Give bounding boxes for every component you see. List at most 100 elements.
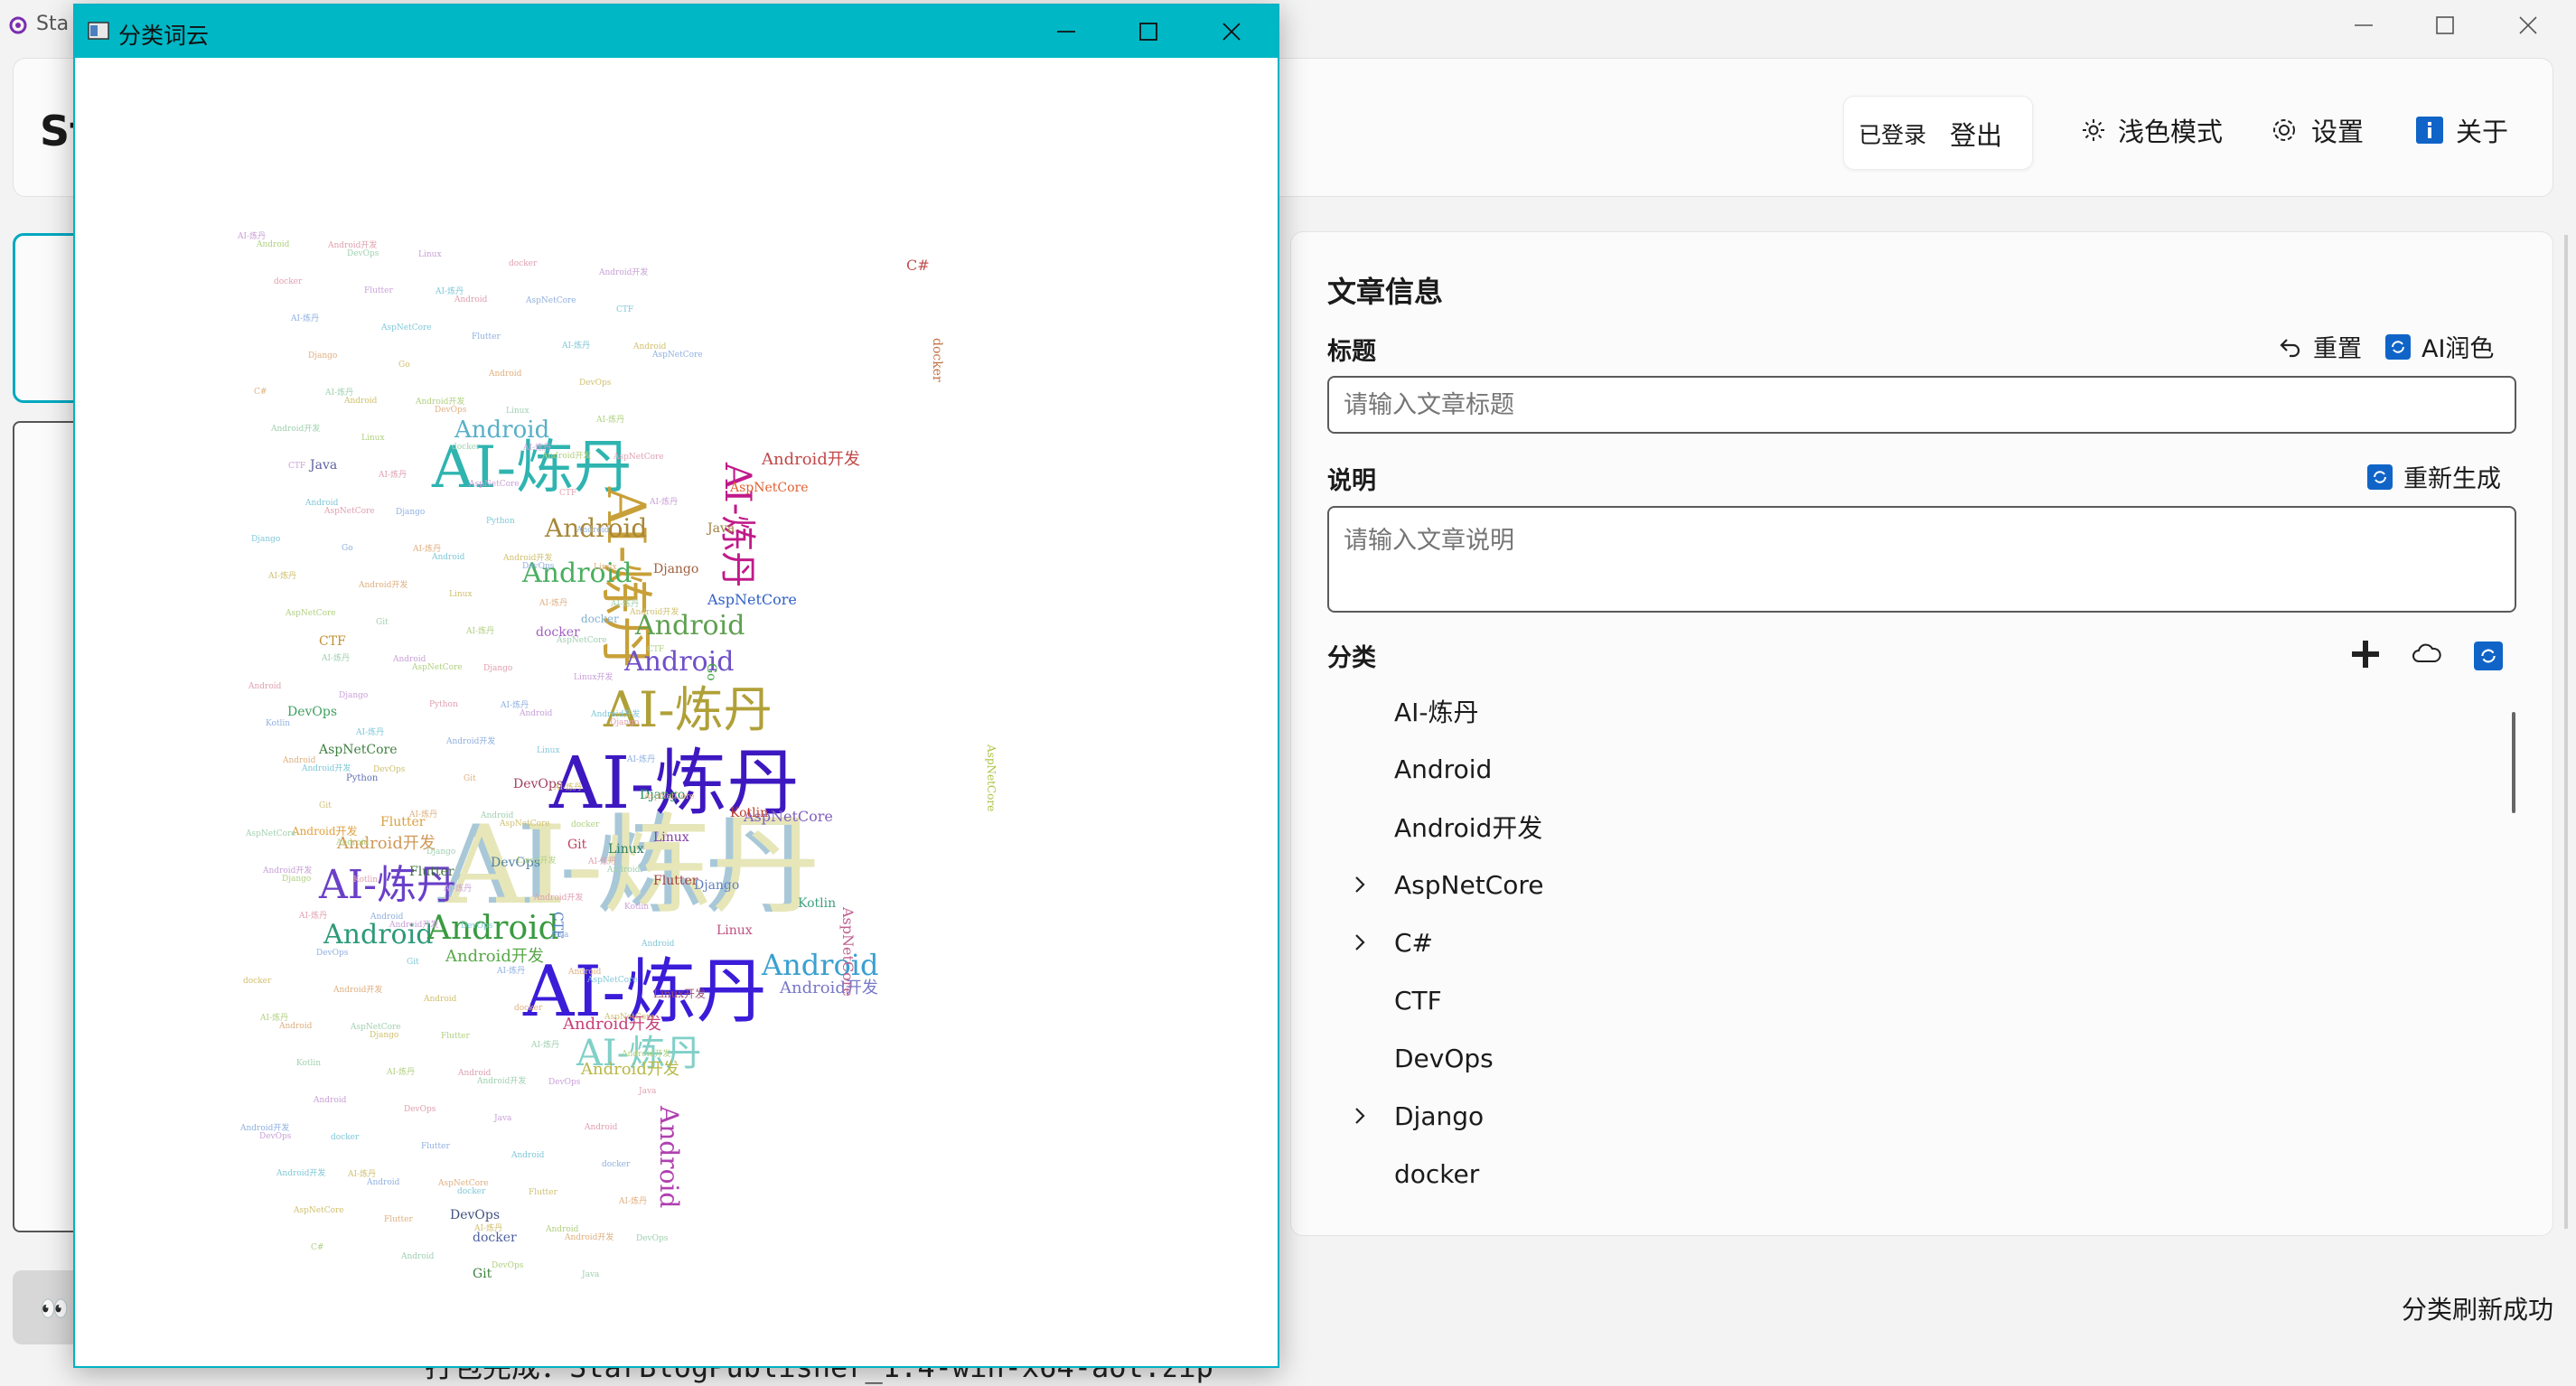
- category-label: Android开发: [1394, 813, 1543, 843]
- wordcloud-filler-word: Android: [431, 553, 465, 562]
- add-category-button[interactable]: [2349, 638, 2382, 670]
- wordcloud-filler-word: Android开发: [270, 423, 320, 434]
- category-label: Django: [1394, 1100, 1485, 1131]
- wordcloud-filler-word: docker: [331, 1133, 360, 1142]
- wordcloud-filler-word: Android: [248, 682, 282, 691]
- wordcloud-word: Linux: [608, 842, 644, 857]
- sync-icon: [2367, 464, 2393, 490]
- category-item[interactable]: docker: [1337, 1151, 2512, 1196]
- popup-close-button[interactable]: [1195, 14, 1268, 50]
- wordcloud-word: Flutter: [409, 865, 454, 879]
- title-input[interactable]: [1327, 376, 2516, 434]
- minimize-icon: [1057, 31, 1075, 33]
- category-item[interactable]: Android开发: [1337, 804, 2512, 849]
- sync-icon: [2481, 649, 2496, 663]
- wordcloud-word: AspNetCore: [839, 906, 857, 997]
- refresh-categories-button[interactable]: [2474, 641, 2503, 670]
- category-label: AI-炼丹: [1394, 698, 1479, 727]
- wordcloud-filler-word: AI-炼丹: [443, 883, 472, 894]
- wordcloud-filler-word: Django: [426, 848, 455, 857]
- wordcloud-word: Android开发: [291, 824, 358, 838]
- settings-label: 设置: [2311, 117, 2365, 147]
- wordcloud-filler-word: Android: [606, 866, 641, 875]
- wordcloud-filler-word: AI-炼丹: [539, 597, 567, 608]
- wordcloud-word: C#: [906, 257, 930, 274]
- wordcloud-window: 分类词云 AI-炼丹 AI-炼丹 AI-炼丹 AI-炼丹 AI-炼丹 AI-炼丹 AI-炼丹…: [73, 4, 1279, 1368]
- about-button[interactable]: 关于: [2416, 110, 2508, 150]
- wordcloud-word: docker: [581, 613, 619, 625]
- category-item[interactable]: C#: [1337, 920, 2512, 965]
- wordcloud-word: docker: [930, 338, 944, 382]
- wordcloud-filler-word: CTF: [616, 305, 633, 314]
- wordcloud-filler-word: Kotlin: [353, 876, 378, 885]
- window-right-edge: [2564, 235, 2568, 1229]
- wordcloud-filler-word: AI-炼丹: [595, 414, 624, 425]
- minimize-icon: [2355, 24, 2373, 26]
- wordcloud-filler-word: C#: [311, 1243, 323, 1252]
- plus-icon: [2352, 641, 2379, 668]
- cloud-button[interactable]: [2411, 640, 2443, 669]
- wordcloud-filler-word: AspNetCore: [293, 1206, 344, 1215]
- description-label: 说明: [1327, 467, 1376, 495]
- wordcloud-filler-word: Android: [335, 838, 370, 848]
- close-button[interactable]: [2492, 7, 2564, 43]
- wordcloud-filler-word: Django: [251, 535, 280, 544]
- wordcloud-filler-word: Android: [488, 370, 522, 379]
- wordcloud-filler-word: AspNetCore: [380, 323, 432, 332]
- wordcloud-filler-word: Linux: [537, 746, 560, 755]
- wordcloud-word: Linux: [717, 923, 753, 938]
- settings-button[interactable]: 设置: [2270, 110, 2364, 150]
- wordcloud-filler-word: DevOps: [548, 1078, 581, 1087]
- popup-maximize-button[interactable]: [1112, 14, 1185, 50]
- logout-button[interactable]: 登出: [1950, 115, 2002, 153]
- wordcloud-filler-word: AI-炼丹: [378, 469, 407, 480]
- wordcloud-filler-word: Linux: [418, 250, 442, 259]
- wordcloud-filler-word: docker: [602, 1160, 631, 1169]
- wordcloud-filler-word: Django: [370, 1031, 398, 1040]
- wordcloud-filler-word: Android开发: [541, 450, 591, 461]
- wordcloud-filler-word: Android开发: [476, 1075, 526, 1086]
- wordcloud-filler-word: Python: [486, 517, 515, 526]
- wordcloud-word: Kotlin: [730, 806, 768, 820]
- wordcloud-filler-word: Android: [400, 1252, 435, 1261]
- category-scrollbar[interactable]: [2512, 712, 2515, 813]
- category-label: C#: [1394, 927, 1434, 958]
- wordcloud-filler-word: AI-炼丹: [649, 496, 678, 507]
- wordcloud-filler-word: AI-炼丹: [355, 726, 384, 737]
- wordcloud-word: Kotlin: [798, 896, 836, 911]
- chevron-right-icon[interactable]: [1337, 862, 1382, 907]
- category-item[interactable]: AspNetCore: [1337, 862, 2512, 907]
- wordcloud-filler-word: DevOps: [636, 1234, 669, 1243]
- category-item[interactable]: DevOps: [1337, 1035, 2512, 1081]
- chevron-right-icon[interactable]: [1337, 1093, 1382, 1138]
- category-item[interactable]: Android: [1337, 746, 2512, 791]
- popup-minimize-button[interactable]: [1030, 14, 1102, 50]
- reset-button[interactable]: 重置: [2277, 329, 2362, 364]
- wordcloud-filler-word: Linux: [506, 407, 529, 416]
- ai-polish-button[interactable]: AI润色: [2385, 329, 2494, 364]
- regenerate-button[interactable]: 重新生成: [2367, 459, 2501, 494]
- category-item[interactable]: CTF: [1337, 978, 2512, 1023]
- category-label: AspNetCore: [1394, 869, 1544, 900]
- chevron-right-icon[interactable]: [1337, 920, 1382, 965]
- regenerate-label: 重新生成: [2403, 465, 2501, 493]
- wordcloud-filler-word: Linux: [361, 434, 385, 443]
- wordcloud-filler-word: DevOps: [259, 1132, 292, 1141]
- theme-toggle-button[interactable]: 浅色模式: [2082, 110, 2223, 150]
- category-item[interactable]: AI-炼丹: [1337, 688, 2512, 734]
- wordcloud-filler-word: docker: [571, 820, 600, 829]
- about-label: 关于: [2456, 117, 2509, 147]
- wordcloud-filler-word: Android: [641, 940, 675, 949]
- minimize-button[interactable]: [2328, 7, 2400, 43]
- sun-icon: [2083, 119, 2104, 141]
- wordcloud-filler-word: DevOps: [579, 379, 612, 388]
- wordcloud-filler-word: Kotlin: [624, 903, 649, 912]
- maximize-button[interactable]: [2409, 7, 2481, 43]
- wordcloud-word: Android开发: [445, 947, 544, 966]
- wordcloud-filler-word: CTF: [647, 645, 664, 654]
- category-item[interactable]: Django: [1337, 1093, 2512, 1138]
- wordcloud-filler-word: DevOps: [461, 922, 493, 931]
- wordcloud-filler-word: Flutter: [529, 1188, 557, 1197]
- description-input[interactable]: [1327, 506, 2516, 613]
- wordcloud-word: Linux: [653, 830, 689, 845]
